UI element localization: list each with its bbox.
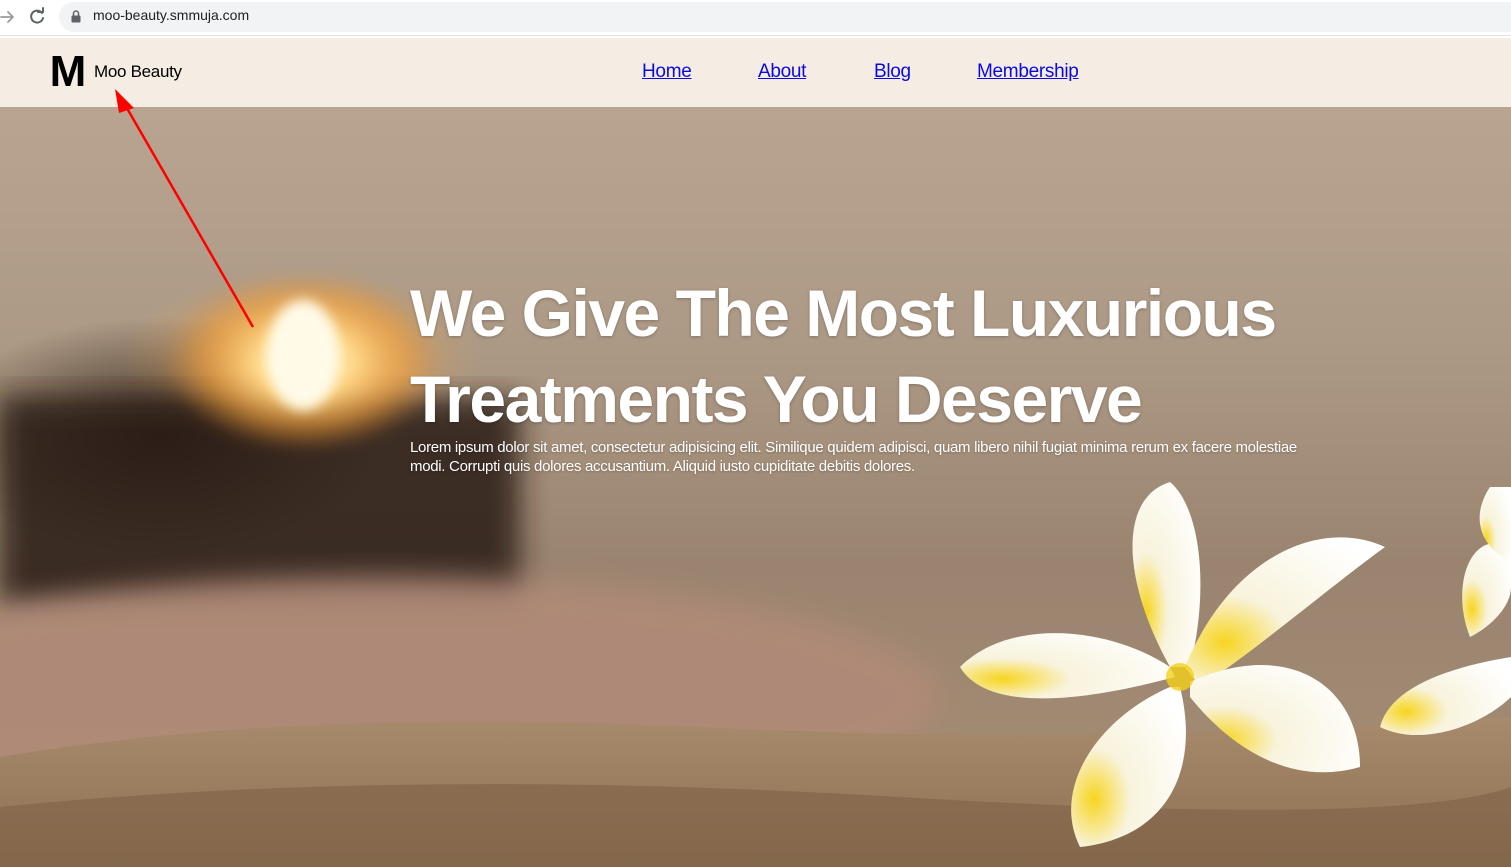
reload-icon[interactable] — [27, 7, 47, 27]
browser-toolbar: moo-beauty.smmuja.com — [0, 0, 1511, 36]
hero-section: We Give The Most Luxurious Treatments Yo… — [0, 107, 1511, 867]
flower-2 — [1380, 487, 1511, 736]
nav-link-about[interactable]: About — [758, 61, 806, 83]
site-header: M Moo Beauty Home About Blog Membership — [0, 38, 1511, 107]
nav-link-home[interactable]: Home — [642, 61, 692, 83]
address-bar[interactable] — [59, 2, 1511, 32]
logo-icon[interactable]: M — [48, 50, 88, 94]
nav-link-membership[interactable]: Membership — [977, 61, 1079, 83]
hero-title-line-2: Treatments You Deserve — [410, 362, 1143, 436]
hero-description: Lorem ipsum dolor sit amet, consectetur … — [410, 439, 1297, 475]
url-text[interactable]: moo-beauty.smmuja.com — [93, 7, 249, 23]
hero-title-line-1: We Give The Most Luxurious — [410, 276, 1277, 350]
nav-link-blog[interactable]: Blog — [874, 61, 911, 83]
hero-title: We Give The Most Luxurious Treatments Yo… — [410, 270, 1410, 442]
lock-icon[interactable] — [71, 10, 81, 23]
forward-arrow-icon[interactable] — [0, 8, 16, 26]
brand-name[interactable]: Moo Beauty — [94, 62, 182, 82]
hero-background-image — [0, 272, 1511, 867]
